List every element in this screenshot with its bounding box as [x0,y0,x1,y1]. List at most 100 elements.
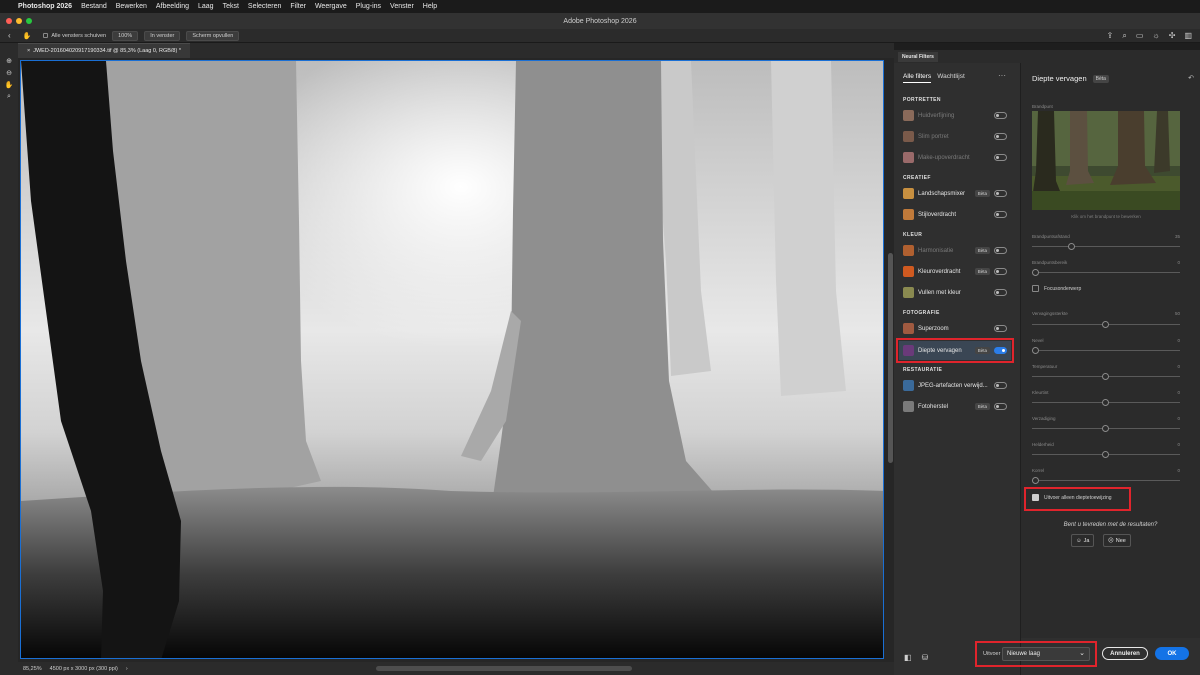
filter-row-superzoom[interactable]: Superzoom [899,319,1011,338]
filter-row-makeup-transfer[interactable]: Make-upoverdracht [899,148,1011,167]
saturation-slider[interactable] [1032,425,1180,432]
feedback-yes-button[interactable]: ☺ Ja [1071,534,1095,547]
slider-thumb[interactable] [1102,399,1109,406]
filter-row-smart-portrait[interactable]: Slim portret [899,127,1011,146]
focal-distance-label: Brandpuntsafstand [1032,234,1070,239]
tab-all-filters[interactable]: Alle filters [903,73,932,83]
focus-subject-checkbox[interactable] [1032,285,1039,292]
layers-icon[interactable]: ⛁ [922,653,929,662]
menu-item-selecteren[interactable]: Selecteren [248,3,281,10]
menu-item-help[interactable]: Help [423,3,437,10]
compare-icon[interactable]: ◧ [904,653,912,662]
menu-item-laag[interactable]: Laag [198,3,214,10]
filter-row-harmonization[interactable]: Harmonisatie Bèta [899,241,1011,260]
slider-thumb[interactable] [1032,269,1039,276]
focal-distance-slider[interactable] [1032,243,1180,250]
workspace-icon[interactable]: ▥ [1184,31,1192,41]
filter-toggle[interactable] [994,382,1007,389]
document-canvas[interactable] [20,60,884,659]
filter-toggle[interactable] [994,325,1007,332]
ok-button[interactable]: OK [1155,647,1189,660]
canvas-area [18,58,894,662]
lightbulb-icon[interactable]: ☼ [1152,31,1159,41]
temperature-slider[interactable] [1032,373,1180,380]
menu-item-bewerken[interactable]: Bewerken [116,3,147,10]
menu-item-bestand[interactable]: Bestand [81,3,107,10]
zoom-out-icon[interactable]: ⊖ [6,69,12,77]
output-depth-only-checkbox[interactable] [1032,494,1039,501]
filter-row-color-transfer[interactable]: Kleuroverdracht Bèta [899,262,1011,281]
filter-toggle[interactable] [994,133,1007,140]
filter-row-style-transfer[interactable]: Stijloverdracht [899,205,1011,224]
feedback-no-button[interactable]: ☹ Nee [1103,534,1131,547]
filter-toggle[interactable] [994,347,1007,354]
filter-toggle[interactable] [994,211,1007,218]
tint-slider[interactable] [1032,399,1180,406]
filter-toggle[interactable] [994,289,1007,296]
brightness-slider[interactable] [1032,451,1180,458]
beta-badge: Bèta [974,268,990,275]
filter-row-photo-restoration[interactable]: Fotoherstel Bèta [899,397,1011,416]
section-portraits: PORTRETTEN [903,97,941,103]
reset-icon[interactable]: ↶ [1188,74,1194,82]
search-icon[interactable]: ⌕ [1122,31,1126,41]
zoom-level[interactable]: 85,25% [23,666,42,672]
filter-row-skin-smoothing[interactable]: Huidverfijning [899,106,1011,125]
menu-item-afbeelding[interactable]: Afbeelding [156,3,189,10]
document-tab[interactable]: × JWED-20160402091719033​4.tif @ 85,3% (… [18,43,190,58]
filter-row-landscape-mixer[interactable]: Landschapsmixer Bèta [899,184,1011,203]
vertical-scrollbar[interactable] [888,253,893,463]
cancel-button[interactable]: Annuleren [1102,647,1148,660]
menu-item-tekst[interactable]: Tekst [223,3,239,10]
filter-toggle[interactable] [994,190,1007,197]
status-chevron-icon[interactable]: › [126,666,128,672]
menu-item-venster[interactable]: Venster [390,3,414,10]
filter-toggle[interactable] [994,247,1007,254]
share-icon[interactable]: ⇪ [1107,31,1114,41]
neural-filters-tab[interactable]: Neural Filters [898,51,938,62]
menu-item-plugins[interactable]: Plug-ins [356,3,381,10]
chevron-down-icon: ⌄ [1079,650,1085,657]
focal-point-preview[interactable] [1032,111,1180,210]
haze-slider[interactable] [1032,347,1180,354]
fit-window-button[interactable]: In venster [144,30,181,41]
filter-row-colorize[interactable]: Vullen met kleur [899,283,1011,302]
zoom-100-button[interactable]: 100% [112,30,139,41]
scroll-all-windows[interactable]: Alle vensters schuiven [43,33,106,39]
discover-icon[interactable]: ✣ [1169,31,1176,41]
scroll-all-checkbox[interactable] [43,32,49,38]
slider-thumb[interactable] [1102,321,1109,328]
frame-icon[interactable]: ▭ [1136,31,1144,41]
slider-thumb[interactable] [1102,373,1109,380]
filter-toggle[interactable] [994,112,1007,119]
slider-thumb[interactable] [1102,451,1109,458]
menu-app-name[interactable]: Photoshop 2026 [18,3,72,10]
focal-range-slider[interactable] [1032,269,1180,276]
menu-item-filter[interactable]: Filter [290,3,306,10]
fill-screen-button[interactable]: Scherm opvullen [186,30,240,41]
tab-waitlist[interactable]: Wachtlijst [937,73,965,83]
filter-row-depth-blur[interactable]: Diepte vervagen Bèta [896,338,1014,363]
grain-slider[interactable] [1032,477,1180,484]
more-dots-icon[interactable]: ··· [998,72,1006,83]
output-dropdown[interactable]: Nieuwe laag ⌄ [1002,647,1090,661]
filter-toggle[interactable] [994,154,1007,161]
close-tab-icon[interactable]: × [27,48,30,54]
slider-thumb[interactable] [1032,347,1039,354]
filter-toggle[interactable] [994,268,1007,275]
slider-thumb[interactable] [1068,243,1075,250]
slider-thumb[interactable] [1102,425,1109,432]
filter-label: Landschapsmixer [918,190,966,197]
back-chevron-icon[interactable]: ‹ [8,31,11,40]
blur-strength-slider[interactable] [1032,321,1180,328]
hand-tool-icon[interactable]: ✋ [23,32,32,40]
filter-toggle[interactable] [994,403,1007,410]
hand-icon[interactable]: ✋ [5,81,14,89]
filter-row-jpeg-artifacts[interactable]: JPEG-artefacten verwijd... [899,376,1011,395]
horizontal-scrollbar[interactable] [376,666,632,671]
magnifier-icon[interactable]: ⌕ [7,93,11,101]
superzoom-thumbnail [903,323,914,334]
zoom-in-icon[interactable]: ⊕ [6,57,12,65]
menu-item-weergave[interactable]: Weergave [315,3,347,10]
slider-thumb[interactable] [1032,477,1039,484]
